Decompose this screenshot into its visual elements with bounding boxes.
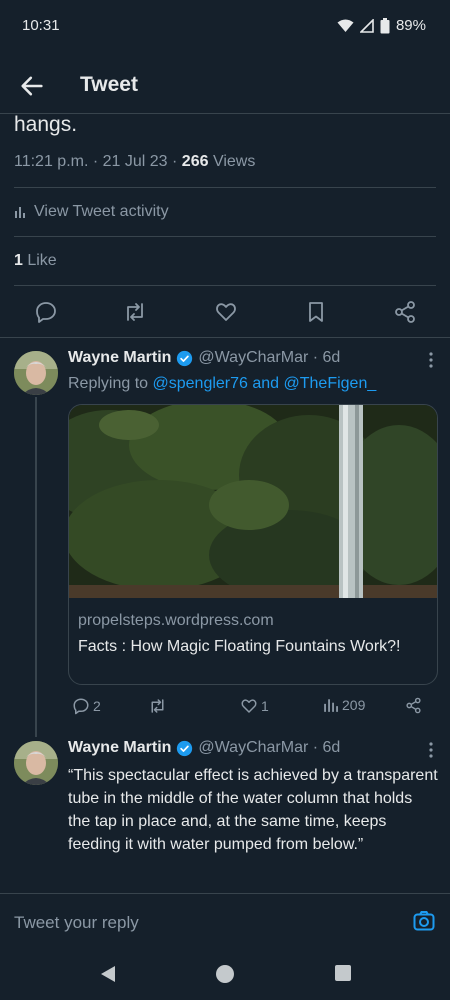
reply-header: Wayne Martin @WayCharMar · 6d [68, 739, 340, 757]
nav-home-icon[interactable] [215, 964, 235, 984]
views-label: Views [208, 153, 256, 170]
reply-header: Wayne Martin @WayCharMar · 6d [68, 349, 340, 367]
views-count: 266 [181, 153, 209, 170]
bookmark-icon[interactable] [304, 300, 328, 324]
page-title: Tweet [80, 73, 138, 96]
likes-label: Like [22, 252, 57, 269]
reply-button[interactable]: 2 [72, 697, 101, 715]
retweet-button[interactable] [148, 697, 167, 715]
analytics-icon [15, 207, 25, 218]
reply-icon [73, 698, 89, 715]
retweet-icon[interactable] [123, 300, 147, 324]
wifi-icon [337, 19, 354, 32]
reply-input[interactable]: Tweet your reply [14, 913, 139, 933]
divider [14, 285, 436, 286]
link-card-image [69, 405, 437, 598]
tweet-meta: 11:21 p.m. · 21 Jul 23 · 266 Views [14, 153, 255, 171]
reply-text: “This spectacular effect is achieved by … [68, 767, 438, 853]
more-options-icon[interactable] [428, 352, 434, 368]
replying-to-prefix: Replying to [68, 375, 153, 392]
avatar-photo [14, 351, 58, 395]
view-activity-link[interactable]: View Tweet activity [14, 203, 169, 221]
likes-summary[interactable]: 1 Like [14, 252, 57, 270]
link-domain: propelsteps.wordpress.com [78, 612, 274, 629]
avatar[interactable] [14, 741, 58, 785]
tweet-text: hangs. [14, 113, 78, 136]
status-icons: 89% [337, 17, 426, 34]
thread-line [35, 397, 37, 737]
like-button[interactable]: 1 [240, 697, 269, 715]
analytics-icon [324, 699, 338, 712]
signal-icon [359, 18, 374, 33]
like-icon [241, 699, 257, 713]
system-nav-bar [0, 951, 450, 1000]
views-button[interactable]: 209 [323, 697, 365, 713]
author-name[interactable]: Wayne Martin [68, 349, 171, 367]
back-arrow-icon[interactable] [18, 72, 46, 100]
battery-level: 89% [395, 17, 426, 34]
divider [14, 236, 436, 237]
verified-badge-icon [177, 740, 193, 756]
app-bar: Tweet [0, 62, 450, 110]
retweet-icon [151, 699, 164, 713]
views-count: 209 [342, 697, 366, 713]
nav-back-icon[interactable] [98, 964, 118, 984]
reply-composer: Tweet your reply [0, 893, 450, 951]
reply-icon[interactable] [34, 300, 58, 324]
tweet-actions [0, 296, 450, 330]
like-icon[interactable] [214, 300, 238, 324]
status-time: 10:31 [22, 17, 60, 34]
status-bar: 10:31 89% [0, 0, 450, 52]
like-count: 1 [261, 698, 269, 714]
replying-to-users[interactable]: @spengler76 and @TheFigen_ [153, 375, 377, 392]
divider [0, 893, 450, 894]
reply-stats: 2 1 209 [0, 697, 450, 721]
author-handle[interactable]: @WayCharMar · 6d [198, 739, 340, 757]
avatar[interactable] [14, 351, 58, 395]
link-card[interactable]: propelsteps.wordpress.com Facts : How Ma… [68, 404, 438, 685]
camera-icon[interactable] [412, 909, 436, 933]
activity-label: View Tweet activity [34, 203, 169, 220]
share-icon [406, 697, 421, 714]
divider [0, 337, 450, 338]
divider [14, 187, 436, 188]
author-name[interactable]: Wayne Martin [68, 739, 171, 757]
share-icon[interactable] [393, 300, 417, 324]
avatar-photo [14, 741, 58, 785]
nav-recents-icon[interactable] [334, 964, 352, 982]
share-button[interactable] [405, 697, 422, 714]
author-handle[interactable]: @WayCharMar · 6d [198, 349, 340, 367]
more-options-icon[interactable] [428, 742, 434, 758]
likes-count: 1 [14, 252, 23, 269]
reply-count: 2 [93, 698, 101, 714]
verified-badge-icon [177, 350, 193, 366]
link-title: Facts : How Magic Floating Fountains Wor… [78, 638, 401, 655]
replying-to: Replying to @spengler76 and @TheFigen_ [68, 375, 376, 393]
tweet-timestamp: 11:21 p.m. · 21 Jul 23 · [14, 153, 182, 170]
battery-icon [380, 17, 390, 33]
